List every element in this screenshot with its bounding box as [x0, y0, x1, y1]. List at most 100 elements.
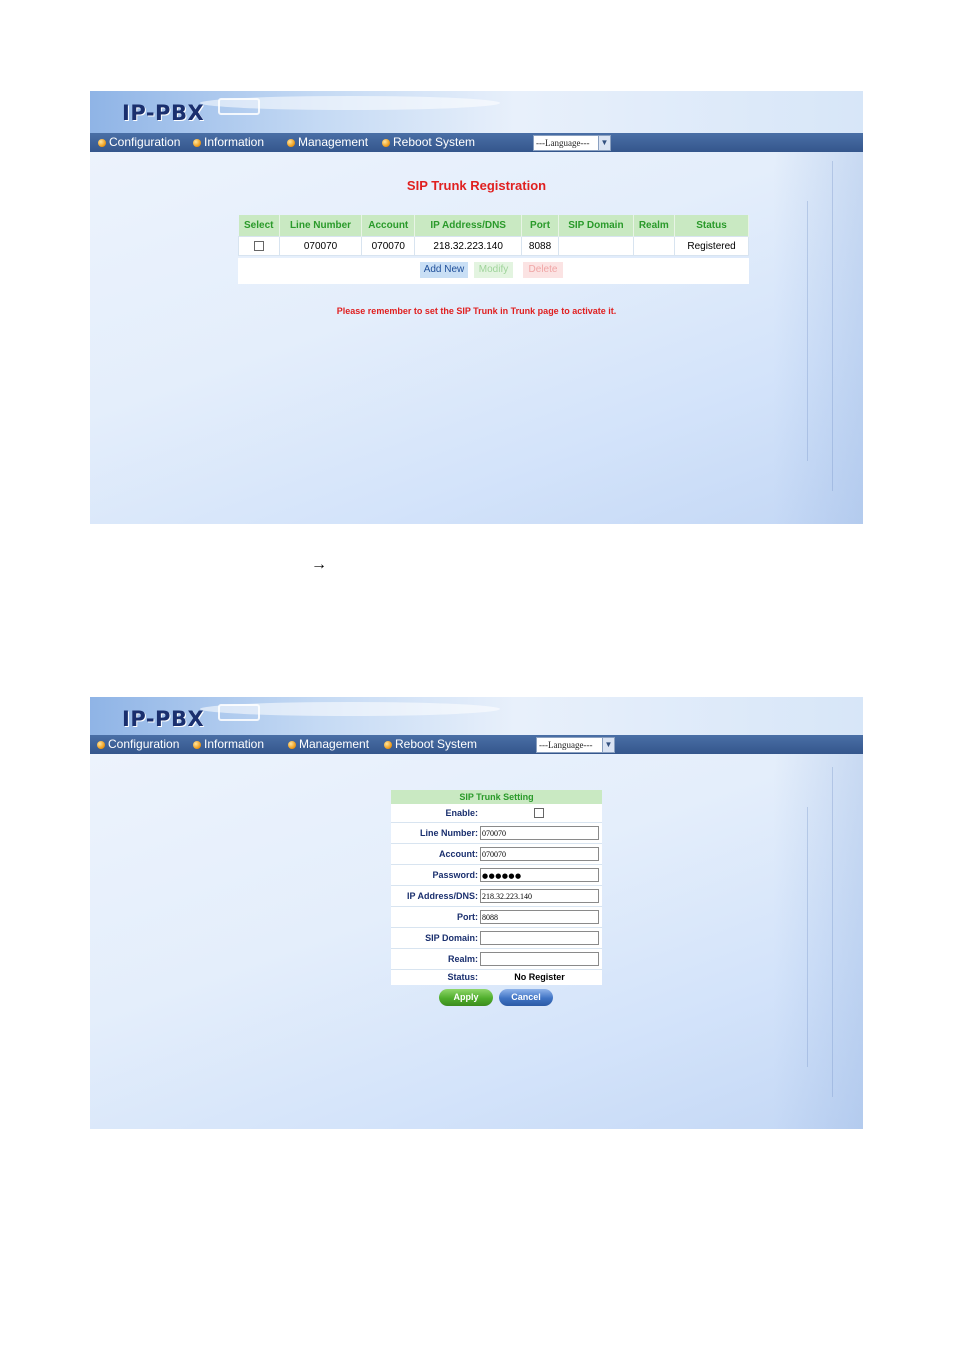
background-decoration — [773, 152, 863, 524]
account-row: Account: 070070 — [391, 844, 602, 865]
nav-reboot-system[interactable]: Reboot System — [382, 135, 475, 150]
account-field[interactable]: 070070 — [480, 847, 599, 861]
nav-bar: Configuration Information Management Reb… — [90, 735, 863, 754]
password-row: Password: ●●●●●● — [391, 865, 602, 886]
header-banner: IP-PBX — [90, 697, 863, 739]
column-header: IP Address/DNS — [414, 215, 522, 237]
ip-field[interactable]: 218.32.223.140 — [480, 889, 599, 903]
add-new-button[interactable]: Add New — [420, 262, 468, 278]
select-cell — [238, 236, 280, 256]
password-field[interactable]: ●●●●●● — [480, 868, 599, 882]
nav-label: Management — [298, 135, 369, 149]
cancel-button[interactable]: Cancel — [499, 989, 553, 1006]
column-header: Port — [521, 215, 560, 237]
bullet-icon — [288, 740, 296, 749]
table-actions: Add New Modify Delete — [238, 258, 749, 284]
nav-label: Reboot System — [395, 737, 478, 751]
line-number-field[interactable]: 070070 — [480, 826, 599, 840]
column-header: Realm — [633, 215, 676, 237]
line-number-label: Line Number: — [419, 828, 478, 838]
status-cell: Registered — [674, 236, 749, 256]
trunk-note: Please remember to set the SIP Trunk in … — [336, 306, 617, 316]
header-banner: IP-PBX — [90, 91, 863, 133]
background-decoration — [807, 201, 808, 461]
column-header: SIP Domain — [558, 215, 634, 237]
sip-domain-cell — [558, 236, 634, 256]
bullet-icon — [193, 138, 201, 147]
status-value: No Register — [514, 972, 565, 982]
banner-box-graphic — [218, 98, 260, 115]
column-header: Select — [238, 215, 280, 237]
bullet-icon — [193, 740, 201, 749]
realm-field[interactable] — [480, 952, 599, 966]
table-header-row: Select Line Number Account IP Address/DN… — [238, 215, 749, 237]
bullet-icon — [384, 740, 392, 749]
bullet-icon — [382, 138, 390, 147]
nav-reboot-system[interactable]: Reboot System — [384, 737, 477, 752]
status-label: Status: — [447, 972, 478, 982]
nav-configuration[interactable]: Configuration — [97, 737, 179, 752]
realm-row: Realm: — [391, 949, 602, 970]
banner-box-graphic — [218, 704, 260, 721]
page-title: SIP Trunk Registration — [406, 178, 547, 193]
password-label: Password: — [432, 870, 478, 880]
chevron-down-icon: ▼ — [602, 738, 614, 752]
nav-label: Configuration — [109, 135, 181, 149]
nav-information[interactable]: Information — [193, 135, 264, 150]
sip-trunk-setting-form: SIP Trunk Setting Enable: Line Number: 0… — [391, 790, 602, 985]
bullet-icon — [98, 138, 106, 147]
port-cell: 8088 — [520, 236, 560, 256]
nav-label: Reboot System — [393, 135, 476, 149]
background-decoration — [773, 754, 863, 1129]
account-cell: 070070 — [361, 236, 416, 256]
language-select-value: ---Language--- — [539, 740, 593, 750]
modify-button[interactable]: Modify — [474, 262, 513, 278]
column-header: Line Number — [279, 215, 363, 237]
nav-label: Information — [204, 737, 265, 751]
enable-checkbox[interactable] — [534, 808, 544, 818]
realm-label: Realm: — [447, 954, 478, 964]
sip-domain-row: SIP Domain: — [391, 928, 602, 949]
port-field[interactable]: 8088 — [480, 910, 599, 924]
realm-cell — [632, 236, 676, 256]
nav-label: Configuration — [108, 737, 180, 751]
ip-cell: 218.32.223.140 — [414, 236, 522, 256]
sip-domain-field[interactable] — [480, 931, 599, 945]
port-row: Port: 8088 — [391, 907, 602, 928]
nav-configuration[interactable]: Configuration — [98, 135, 180, 150]
enable-row: Enable: — [391, 804, 602, 823]
nav-bar: Configuration Information Management Reb… — [90, 133, 863, 152]
language-select-value: ---Language--- — [536, 138, 590, 148]
port-label: Port: — [457, 912, 478, 922]
logo: IP-PBX — [122, 707, 205, 731]
ip-row: IP Address/DNS: 218.32.223.140 — [391, 886, 602, 907]
logo: IP-PBX — [122, 101, 205, 125]
screenshot-sip-trunk-registration: IP-PBX Configuration Information Managem… — [90, 91, 863, 524]
arrow-right-icon: → — [311, 556, 327, 573]
screenshot-sip-trunk-setting: IP-PBX Configuration Information Managem… — [90, 697, 863, 1129]
chevron-down-icon: ▼ — [598, 136, 610, 150]
apply-button[interactable]: Apply — [439, 989, 493, 1006]
line-number-cell: 070070 — [278, 236, 363, 256]
select-checkbox[interactable] — [254, 240, 264, 251]
language-select[interactable]: ---Language--- ▼ — [533, 135, 611, 151]
column-header: Status — [674, 215, 749, 237]
sip-trunk-table: Select Line Number Account IP Address/DN… — [238, 215, 749, 256]
status-row: Status: No Register — [391, 970, 602, 985]
form-title: SIP Trunk Setting — [391, 790, 602, 804]
nav-management[interactable]: Management — [288, 737, 369, 752]
nav-label: Management — [299, 737, 370, 751]
nav-management[interactable]: Management — [287, 135, 368, 150]
delete-button[interactable]: Delete — [523, 262, 563, 278]
nav-label: Information — [204, 135, 265, 149]
background-decoration — [807, 807, 808, 1067]
language-select[interactable]: ---Language--- ▼ — [536, 737, 615, 753]
background-decoration — [832, 767, 833, 1097]
ip-label: IP Address/DNS: — [406, 891, 478, 901]
bullet-icon — [287, 138, 295, 147]
account-label: Account: — [439, 849, 478, 859]
sip-domain-label: SIP Domain: — [425, 933, 478, 943]
table-row: 070070 070070 218.32.223.140 8088 Regist… — [238, 236, 749, 256]
nav-information[interactable]: Information — [193, 737, 264, 752]
bullet-icon — [97, 740, 105, 749]
